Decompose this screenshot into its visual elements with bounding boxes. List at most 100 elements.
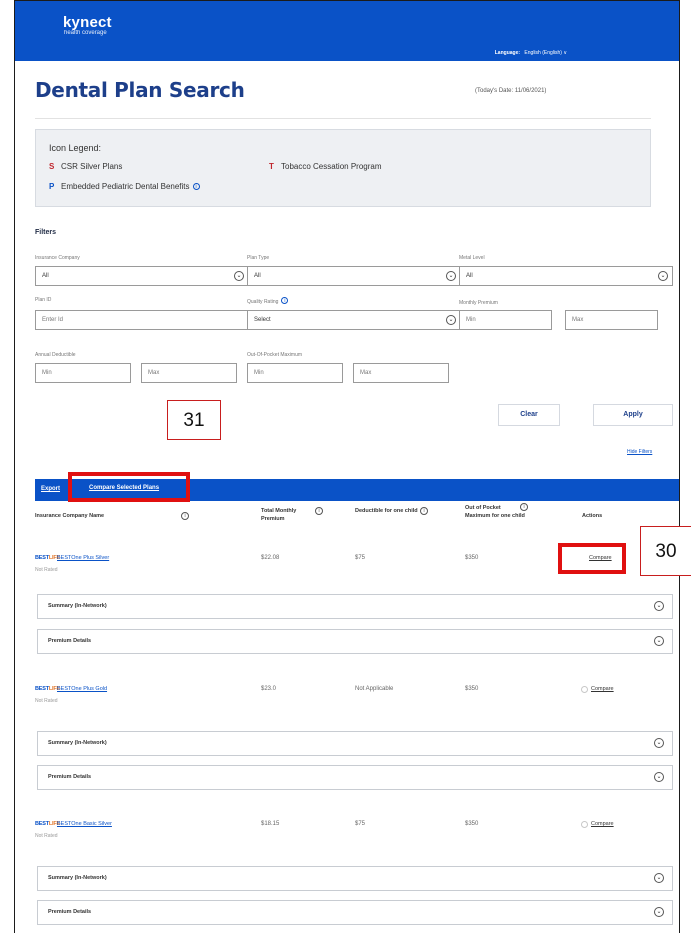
plan-id-label: Plan ID — [35, 297, 52, 303]
kynect-logo[interactable]: kynect health coverage — [63, 15, 112, 36]
info-icon[interactable]: i — [181, 512, 189, 520]
legend-item-pediatric-dental: P Embedded Pediatric Dental Benefits i — [49, 182, 200, 191]
legend-label: CSR Silver Plans — [61, 162, 123, 171]
plan-name-link[interactable]: BESTOne Plus Gold — [57, 686, 107, 692]
info-icon[interactable]: i — [281, 297, 289, 304]
plan-name-link[interactable]: BESTOne Basic Silver — [57, 821, 112, 827]
plan-type-value: All — [254, 273, 261, 279]
language-value: English (English) ∨ — [524, 50, 567, 56]
plan-rating: Not Rated — [35, 698, 58, 704]
hide-filters-link[interactable]: Hide Filters — [627, 449, 652, 455]
summary-accordion[interactable]: Summary (In-Network) ⌄ — [37, 594, 673, 619]
quality-rating-label: Quality Rating i — [247, 297, 289, 305]
annual-deductible-label: Annual Deductible — [35, 352, 76, 358]
chevron-down-icon: ⌄ — [234, 271, 244, 281]
annual-deductible-min-placeholder: Min — [42, 370, 52, 376]
annual-deductible-max-input[interactable]: Max — [141, 363, 237, 383]
icon-legend: Icon Legend: S CSR Silver Plans T Tobacco … — [35, 129, 651, 207]
info-icon[interactable]: i — [192, 183, 200, 190]
tobacco-cessation-icon: T — [269, 162, 274, 171]
info-icon[interactable]: i — [315, 507, 323, 515]
chevron-down-icon: ⌄ — [446, 315, 456, 325]
legend-item-tobacco: T Tobacco Cessation Program — [269, 162, 382, 171]
chevron-down-icon: ⌄ — [654, 772, 664, 782]
plan-type-select[interactable]: All ⌄ — [247, 266, 461, 286]
premium-details-accordion[interactable]: Premium Details ⌄ — [37, 765, 673, 790]
language-selector[interactable]: Language: English (English) ∨ — [495, 50, 567, 56]
summary-label: Summary (In-Network) — [48, 740, 107, 746]
premium-details-accordion[interactable]: Premium Details ⌄ — [37, 629, 673, 654]
header-company[interactable]: Insurance Company Name — [35, 512, 175, 520]
insurance-company-value: All — [42, 273, 49, 279]
metal-level-select[interactable]: All ⌄ — [459, 266, 673, 286]
premium-details-label: Premium Details — [48, 909, 92, 915]
summary-accordion[interactable]: Summary (In-Network) ⌄ — [37, 731, 673, 756]
monthly-premium-label: Monthly Premium — [459, 300, 498, 306]
monthly-premium-min-input[interactable]: Min — [459, 310, 552, 330]
plan-id-input[interactable]: Enter Id — [35, 310, 249, 330]
page-title: Dental Plan Search — [35, 78, 245, 102]
plan-oop: $350 — [465, 821, 479, 827]
pediatric-dental-icon: P — [49, 182, 55, 191]
apply-button[interactable]: Apply — [593, 404, 673, 426]
callout-30: 30 — [640, 526, 691, 576]
plan-id-placeholder: Enter Id — [42, 317, 64, 323]
header-deductible: Deductible for one child — [355, 508, 418, 514]
compare-label[interactable]: Compare — [591, 821, 614, 827]
quality-rating-value: Select — [254, 317, 271, 323]
chevron-down-icon: ⌄ — [654, 636, 664, 646]
summary-accordion[interactable]: Summary (In-Network) ⌄ — [37, 866, 673, 891]
plan-deductible: $75 — [355, 821, 366, 827]
export-link[interactable]: Export — [41, 486, 60, 492]
filters-title: Filters — [35, 229, 57, 236]
oop-maximum-max-input[interactable]: Max — [353, 363, 449, 383]
quality-rating-select[interactable]: Select ⌄ — [247, 310, 461, 330]
metal-level-value: All — [466, 273, 473, 279]
title-divider — [35, 118, 651, 119]
chevron-down-icon: ⌄ — [654, 738, 664, 748]
logo-name: kynect — [63, 14, 112, 31]
plan-rating: Not Rated — [35, 833, 58, 839]
annual-deductible-max-placeholder: Max — [148, 370, 160, 376]
oop-maximum-label: Out-Of-Pocket Maximum — [247, 352, 303, 358]
premium-details-label: Premium Details — [48, 774, 92, 780]
legend-label: Tobacco Cessation Program — [281, 162, 382, 171]
header-premium: Total Monthly Premium — [261, 508, 297, 522]
insurance-company-label: Insurance Company — [35, 255, 80, 261]
compare-checkbox[interactable] — [581, 821, 588, 828]
plan-name-link[interactable]: BESTOne Plus Silver — [57, 555, 109, 561]
quality-rating-label-text: Quality Rating — [247, 299, 279, 305]
chevron-down-icon: ⌄ — [654, 873, 664, 883]
header-actions: Actions — [582, 513, 603, 519]
brand-prefix: BEST — [35, 555, 49, 561]
info-icon[interactable]: i — [520, 503, 528, 511]
plan-oop: $350 — [465, 555, 479, 561]
insurance-company-select[interactable]: All ⌄ — [35, 266, 249, 286]
oop-maximum-min-placeholder: Min — [254, 370, 264, 376]
csr-silver-icon: S — [49, 162, 55, 171]
compare-checkbox[interactable] — [581, 686, 588, 693]
oop-maximum-min-input[interactable]: Min — [247, 363, 343, 383]
clear-button[interactable]: Clear — [498, 404, 560, 426]
annual-deductible-min-input[interactable]: Min — [35, 363, 131, 383]
plan-premium: $18.15 — [261, 821, 280, 827]
monthly-premium-min-placeholder: Min — [466, 317, 476, 323]
logo-subtitle: health coverage — [64, 30, 107, 36]
highlight-compare-selected — [68, 472, 190, 502]
plan-deductible: Not Applicable — [355, 686, 394, 692]
summary-label: Summary (In-Network) — [48, 603, 107, 609]
language-label: Language: — [494, 50, 521, 56]
monthly-premium-max-input[interactable]: Max — [565, 310, 658, 330]
chevron-down-icon: ⌄ — [658, 271, 668, 281]
oop-maximum-max-placeholder: Max — [360, 370, 372, 376]
brand-prefix: BEST — [35, 821, 49, 827]
chevron-down-icon: ⌄ — [446, 271, 456, 281]
plan-deductible: $75 — [355, 555, 366, 561]
legend-label: Embedded Pediatric Dental Benefits — [61, 182, 190, 191]
compare-label[interactable]: Compare — [591, 686, 614, 692]
info-icon[interactable]: i — [420, 507, 428, 515]
premium-details-accordion[interactable]: Premium Details ⌄ — [37, 900, 673, 925]
chevron-down-icon: ⌄ — [654, 601, 664, 611]
plan-premium: $22.08 — [261, 555, 280, 561]
todays-date: (Today's Date: 11/06/2021) — [475, 88, 547, 94]
